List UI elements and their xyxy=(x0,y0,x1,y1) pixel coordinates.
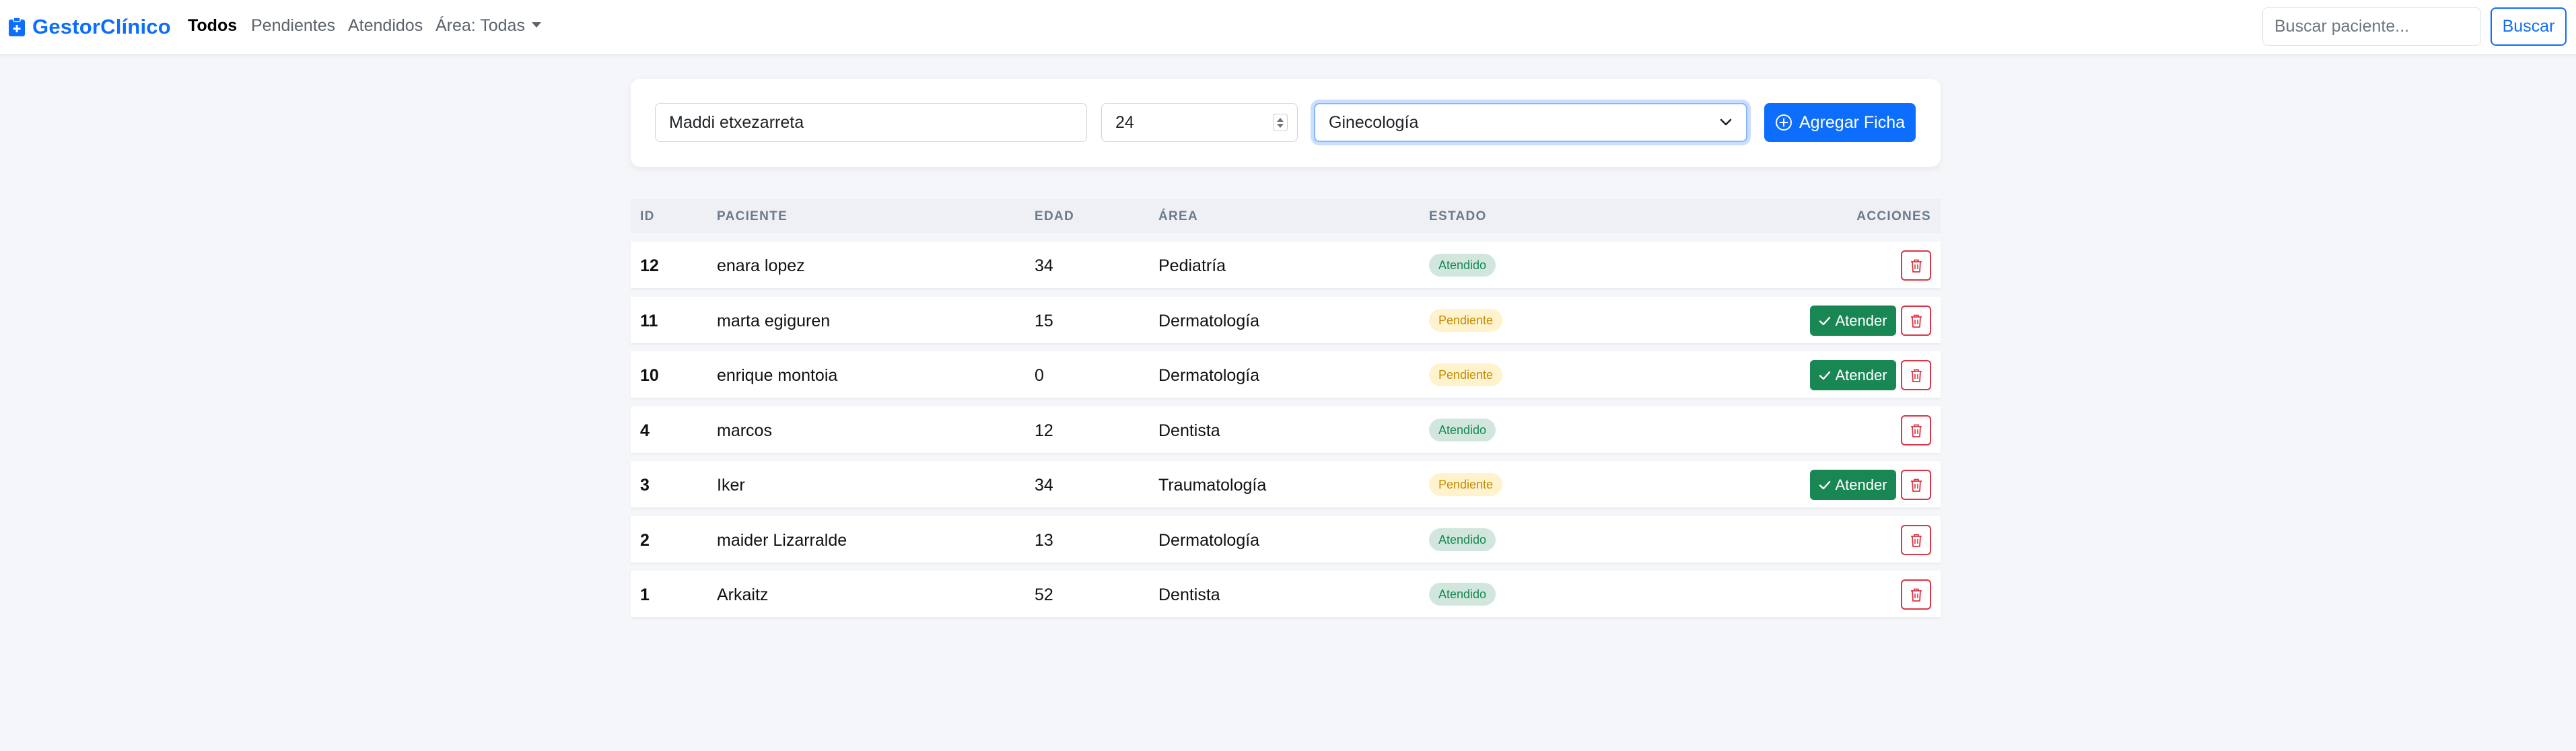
status-badge: Pendiente xyxy=(1429,363,1503,386)
check-icon xyxy=(1819,480,1831,489)
table-row: 3 Iker 34 Traumatología Pendiente Atender xyxy=(631,461,1941,507)
check-icon xyxy=(1819,316,1831,325)
atender-button[interactable]: Atender xyxy=(1810,470,1896,500)
table-row: 4 marcos 12 Dentista Atendido xyxy=(631,406,1941,453)
area-select[interactable]: Ginecología xyxy=(1314,103,1747,142)
delete-button[interactable] xyxy=(1901,415,1931,445)
cell-paciente: marcos xyxy=(717,421,772,440)
table-row: 11 marta egiguren 15 Dermatología Pendiente A… xyxy=(631,297,1941,343)
atender-label: Atender xyxy=(1835,366,1887,384)
check-icon xyxy=(1819,371,1831,380)
patient-age-value: 24 xyxy=(1115,112,1134,132)
status-badge: Pendiente xyxy=(1429,473,1503,496)
delete-button[interactable] xyxy=(1901,306,1931,336)
area-select-value: Ginecología xyxy=(1329,112,1419,132)
cell-edad: 0 xyxy=(1035,366,1044,385)
table-row: 12 enara lopez 34 Pediatría Atendido xyxy=(631,242,1941,288)
search-button[interactable]: Buscar xyxy=(2491,7,2567,46)
atender-button[interactable]: Atender xyxy=(1810,306,1896,336)
cell-edad: 34 xyxy=(1035,476,1053,495)
header-estado: ESTADO xyxy=(1429,209,1487,223)
cell-paciente: marta egiguren xyxy=(717,312,831,330)
trash-icon xyxy=(1910,588,1922,602)
spin-up-icon xyxy=(1277,117,1284,122)
area-filter-dropdown[interactable]: Área: Todas xyxy=(436,16,541,36)
area-filter-label: Área: Todas xyxy=(436,16,525,35)
table-row: 10 enrique montoia 0 Dermatología Pendiente A… xyxy=(631,351,1941,398)
status-badge: Pendiente xyxy=(1429,309,1503,332)
cell-paciente: Iker xyxy=(717,476,745,495)
cell-id: 10 xyxy=(640,366,659,385)
nav-link-atendidos[interactable]: Atendidos xyxy=(348,16,423,36)
patient-name-value: Maddi etxezarreta xyxy=(669,112,804,132)
status-badge: Atendido xyxy=(1429,254,1496,277)
chevron-down-icon xyxy=(1720,118,1732,126)
delete-button[interactable] xyxy=(1901,360,1931,390)
atender-label: Atender xyxy=(1835,476,1887,493)
cell-area: Dentista xyxy=(1158,585,1220,604)
caret-down-icon xyxy=(531,22,541,28)
status-badge: Atendido xyxy=(1429,528,1496,551)
trash-icon xyxy=(1910,478,1922,492)
cell-area: Pediatría xyxy=(1158,256,1226,275)
cell-id: 2 xyxy=(640,531,650,550)
cell-edad: 15 xyxy=(1035,312,1053,330)
cell-id: 1 xyxy=(640,585,650,604)
cell-area: Dentista xyxy=(1158,421,1220,440)
patient-age-input[interactable]: 24 xyxy=(1101,103,1298,142)
cell-edad: 52 xyxy=(1035,585,1053,604)
clipboard-icon xyxy=(9,17,25,36)
spin-down-icon xyxy=(1277,123,1284,128)
cell-paciente: maider Lizarralde xyxy=(717,531,847,550)
cell-paciente: enrique montoia xyxy=(717,366,838,385)
atender-button[interactable]: Atender xyxy=(1810,360,1896,390)
header-edad: EDAD xyxy=(1035,209,1075,223)
table-header: ID PACIENTE EDAD ÁREA ESTADO ACCIONES xyxy=(631,199,1941,233)
delete-button[interactable] xyxy=(1901,250,1931,281)
cell-edad: 34 xyxy=(1035,256,1053,275)
brand[interactable]: GestorClínico xyxy=(8,13,171,40)
search-input[interactable] xyxy=(2262,7,2481,46)
cell-id: 11 xyxy=(640,312,658,330)
nav-link-pendientes[interactable]: Pendientes xyxy=(251,16,335,36)
plus-circle-icon xyxy=(1775,114,1792,131)
trash-icon xyxy=(1910,369,1922,382)
trash-icon xyxy=(1910,314,1922,328)
cell-area: Traumatología xyxy=(1158,476,1267,495)
cell-area: Dermatología xyxy=(1158,531,1260,550)
atender-label: Atender xyxy=(1835,312,1887,329)
cell-edad: 13 xyxy=(1035,531,1053,550)
table-row: 2 maider Lizarralde 13 Dermatología Atendido xyxy=(631,516,1941,563)
trash-icon xyxy=(1910,424,1922,437)
cell-id: 12 xyxy=(640,256,659,275)
number-spinner[interactable] xyxy=(1273,114,1288,131)
trash-icon xyxy=(1910,259,1922,273)
navbar: GestorClínico Todos Pendientes Atendidos… xyxy=(0,0,2576,54)
add-record-button[interactable]: Agregar Ficha xyxy=(1764,103,1916,142)
trash-icon xyxy=(1910,534,1922,547)
cell-paciente: Arkaitz xyxy=(717,585,769,604)
header-id: ID xyxy=(640,209,655,223)
brand-name: GestorClínico xyxy=(32,15,171,38)
table-row: 1 Arkaitz 52 Dentista Atendido xyxy=(631,571,1941,617)
delete-button[interactable] xyxy=(1901,470,1931,500)
cell-id: 4 xyxy=(640,421,650,440)
new-record-form: Maddi etxezarreta 24 Ginecología Agregar… xyxy=(631,79,1941,167)
cell-id: 3 xyxy=(640,476,650,495)
delete-button[interactable] xyxy=(1901,525,1931,555)
status-badge: Atendido xyxy=(1429,583,1496,606)
cell-area: Dermatología xyxy=(1158,312,1260,330)
cell-paciente: enara lopez xyxy=(717,256,805,275)
status-badge: Atendido xyxy=(1429,419,1496,441)
cell-area: Dermatología xyxy=(1158,366,1260,385)
add-record-label: Agregar Ficha xyxy=(1799,112,1906,132)
nav-link-todos[interactable]: Todos xyxy=(188,16,237,36)
header-area: ÁREA xyxy=(1158,209,1199,223)
cell-edad: 12 xyxy=(1035,421,1053,440)
header-acciones: ACCIONES xyxy=(1856,209,1931,223)
header-paciente: PACIENTE xyxy=(717,209,788,223)
delete-button[interactable] xyxy=(1901,579,1931,610)
patient-name-input[interactable]: Maddi etxezarreta xyxy=(655,103,1087,142)
